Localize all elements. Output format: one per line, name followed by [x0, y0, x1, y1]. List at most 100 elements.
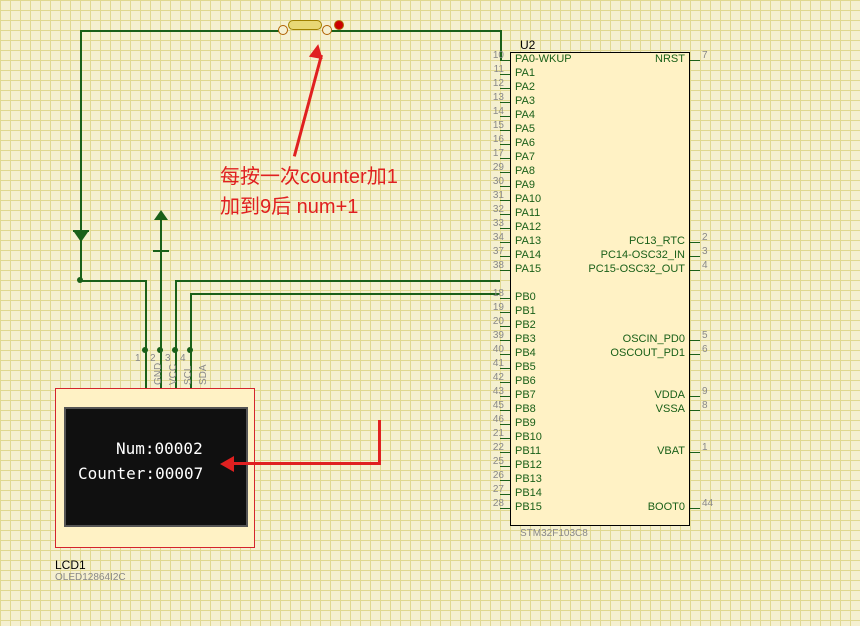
pin-number: 44 [702, 498, 713, 509]
pin-label: PB4 [515, 347, 536, 359]
lcd-pin-number: 3 [165, 353, 171, 364]
pin-number: 32 [486, 204, 504, 215]
pin-label: PB15 [515, 501, 542, 513]
pin-stub [690, 508, 700, 509]
pin-number: 12 [486, 78, 504, 89]
pin-number: 2 [702, 232, 708, 243]
pin-label: OSCIN_PD0 [585, 333, 685, 345]
pin-label: PC15-OSC32_OUT [585, 263, 685, 275]
arrow-head-icon [309, 43, 325, 59]
pin-number: 3 [702, 246, 708, 257]
pin-number: 46 [486, 414, 504, 425]
wire [160, 250, 162, 350]
arrow-to-counter [230, 462, 380, 465]
wire [175, 280, 177, 350]
pin-number: 31 [486, 190, 504, 201]
pin-label: PB11 [515, 445, 541, 457]
pin-label: PB6 [515, 375, 536, 387]
pin-label: VDDA [585, 389, 685, 401]
pin-number: 10 [486, 50, 504, 61]
arrow-head-icon [220, 456, 234, 472]
schematic-canvas: U2 STM32F103C8 Num:00002 Counter:00007 G… [0, 0, 860, 626]
pin-label: PB13 [515, 473, 542, 485]
annotation-line1: 每按一次counter加1 [220, 160, 398, 189]
pin-label: PA9 [515, 179, 535, 191]
pin-label: PA6 [515, 137, 535, 149]
pin-label: PA4 [515, 109, 535, 121]
pin-number: 45 [486, 400, 504, 411]
pin-label: PB14 [515, 487, 542, 499]
pin-number: 29 [486, 162, 504, 173]
pin-stub [690, 340, 700, 341]
button-terminal [322, 25, 332, 35]
pin-label: VSSA [585, 403, 685, 415]
pin-label: PA2 [515, 81, 535, 93]
pin-label: BOOT0 [585, 501, 685, 513]
pin-number: 38 [486, 260, 504, 271]
pin-label: PA15 [515, 263, 541, 275]
pin-number: 42 [486, 372, 504, 383]
pin-number: 37 [486, 246, 504, 257]
wire [80, 30, 82, 280]
lcd-part: OLED12864I2C [55, 572, 126, 583]
pin-number: 13 [486, 92, 504, 103]
wire [80, 30, 280, 32]
pin-label: PB12 [515, 459, 542, 471]
pin-label: PA5 [515, 123, 535, 135]
pin-label: PB9 [515, 417, 536, 429]
pin-label: PA8 [515, 165, 535, 177]
pin-label: PA12 [515, 221, 541, 233]
pin-number: 33 [486, 218, 504, 229]
pin-label: PA1 [515, 67, 535, 79]
pin-stub [690, 410, 700, 411]
pin-label: PA3 [515, 95, 535, 107]
wire [190, 293, 192, 350]
pin-number: 19 [486, 302, 504, 313]
pin-label: PC13_RTC [585, 235, 685, 247]
pin-label: PB5 [515, 361, 536, 373]
pin-number: 17 [486, 148, 504, 159]
pin-label: PA7 [515, 151, 535, 163]
lcd-pin-number: 2 [150, 353, 156, 364]
pin-stub [690, 270, 700, 271]
pin-label: PA13 [515, 235, 541, 247]
pin-label: PB8 [515, 403, 536, 415]
button-cap [288, 20, 322, 30]
pin-label: NRST [585, 53, 685, 65]
pin-label: PB2 [515, 319, 536, 331]
pin-stub [690, 452, 700, 453]
pin-number: 14 [486, 106, 504, 117]
pin-number: 18 [486, 288, 504, 299]
chip-ref: U2 [520, 38, 535, 52]
chip-part: STM32F103C8 [520, 528, 588, 539]
pin-number: 41 [486, 358, 504, 369]
pin-label: PC14-OSC32_IN [585, 249, 685, 261]
wire [190, 293, 500, 295]
lcd-pin-label: SCL [183, 366, 194, 385]
pin-stub [690, 256, 700, 257]
button-terminal [278, 25, 288, 35]
wire [145, 350, 147, 388]
pin-number: 11 [486, 64, 504, 75]
pin-number: 8 [702, 400, 708, 411]
pin-number: 16 [486, 134, 504, 145]
wire [175, 280, 500, 282]
annotation-line2: 加到9后 num+1 [220, 190, 358, 219]
pin-label: PA0-WKUP [515, 53, 572, 65]
pin-label: OSCOUT_PD1 [585, 347, 685, 359]
pin-number: 21 [486, 428, 504, 439]
pin-number: 43 [486, 386, 504, 397]
pin-label: PA11 [515, 207, 540, 219]
button-actuator[interactable] [334, 20, 344, 30]
pin-number: 4 [702, 260, 708, 271]
wire [145, 280, 147, 350]
wire [330, 30, 500, 32]
pin-stub [690, 354, 700, 355]
pin-number: 25 [486, 456, 504, 467]
push-button[interactable] [278, 20, 338, 40]
pin-number: 9 [702, 386, 708, 397]
pin-number: 20 [486, 316, 504, 327]
pin-number: 7 [702, 50, 708, 61]
lcd-pin-label: GND [153, 363, 164, 385]
pin-label: PB1 [515, 305, 536, 317]
